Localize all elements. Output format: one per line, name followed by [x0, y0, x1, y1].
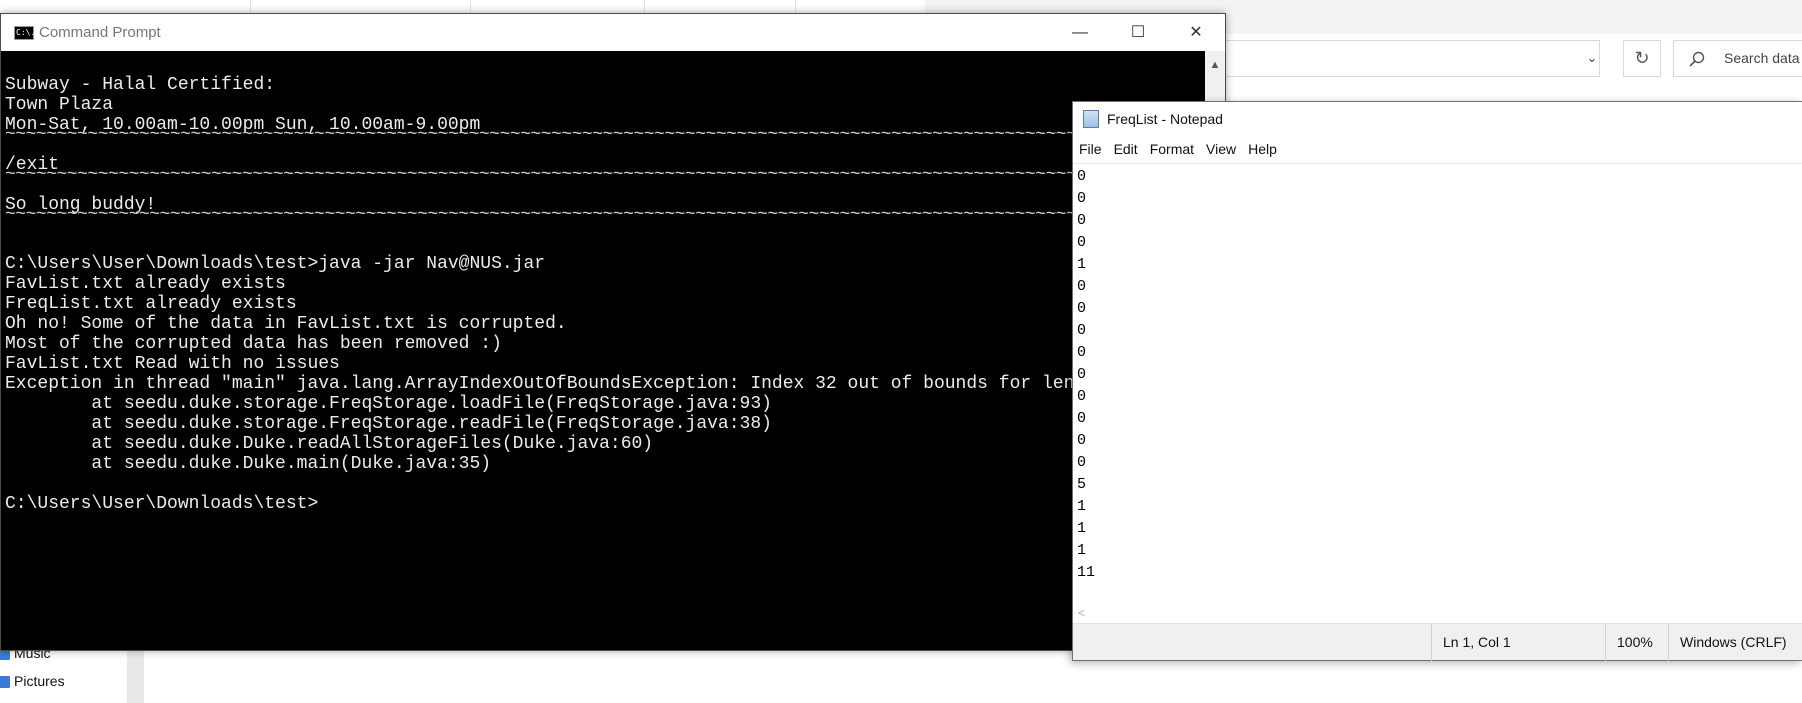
status-zoom: 100% [1605, 624, 1668, 661]
notepad-horizontal-scrollbar[interactable]: < [1073, 605, 1802, 623]
nav-item-pictures[interactable]: Pictures [0, 673, 65, 689]
text-line: 1 [1077, 498, 1087, 515]
text-line: 0 [1077, 300, 1087, 317]
notepad-menubar: File Edit Format View Help [1073, 135, 1802, 163]
console-output[interactable]: Subway - Halal Certified: Town Plaza Mon… [3, 51, 1205, 649]
stack-trace-line: at seedu.duke.Duke.readAllStorageFiles(D… [5, 434, 654, 454]
console-line: FavList.txt Read with no issues [5, 354, 340, 374]
column-separator [644, 0, 645, 12]
pictures-folder-icon [0, 676, 10, 689]
text-line: 1 [1077, 256, 1087, 273]
console-command: C:\Users\User\Downloads\test>java -jar N… [5, 254, 546, 274]
text-line: 0 [1077, 168, 1087, 185]
text-line: 0 [1077, 410, 1087, 427]
notepad-text-area[interactable]: 0 0 0 0 1 0 0 0 0 0 0 0 0 0 5 1 1 1 11 [1073, 163, 1802, 605]
text-line: 0 [1077, 454, 1087, 471]
menu-format[interactable]: Format [1144, 135, 1200, 157]
nav-item-label: Pictures [14, 673, 65, 689]
status-cursor-position: Ln 1, Col 1 [1431, 624, 1605, 661]
column-separator [250, 0, 251, 12]
menu-view[interactable]: View [1200, 135, 1242, 157]
minimize-button[interactable]: — [1051, 14, 1109, 51]
text-line: 0 [1077, 388, 1087, 405]
command-prompt-window[interactable]: C:\. Command Prompt — ☐ ✕ Subway - Halal… [0, 13, 1226, 651]
notepad-statusbar: Ln 1, Col 1 100% Windows (CRLF) [1073, 623, 1802, 661]
text-line: 0 [1077, 212, 1087, 229]
console-prompt: C:\Users\User\Downloads\test> [5, 494, 319, 514]
nav-scrollbar[interactable] [127, 645, 144, 703]
notepad-app-icon [1083, 110, 1099, 128]
notepad-window[interactable]: FreqList - Notepad File Edit Format View Hel… [1072, 101, 1802, 661]
text-line: 0 [1077, 190, 1087, 207]
search-input[interactable]: Search data [1673, 40, 1802, 77]
text-line: 5 [1077, 476, 1087, 493]
scroll-left-arrow-icon[interactable]: < [1078, 606, 1085, 620]
column-separator [470, 0, 471, 12]
text-line: 1 [1077, 520, 1087, 537]
close-button[interactable]: ✕ [1167, 14, 1225, 51]
menu-help[interactable]: Help [1242, 135, 1283, 157]
search-icon [1689, 51, 1705, 67]
search-placeholder: Search data [1724, 50, 1800, 66]
column-separator [795, 0, 796, 12]
scroll-up-arrow-icon[interactable]: ▲ [1205, 59, 1225, 71]
console-line: FreqList.txt already exists [5, 294, 297, 314]
console-line: Town Plaza [5, 95, 114, 115]
refresh-button[interactable]: ↻ [1623, 40, 1661, 77]
console-separator: ~~~~~~~~~~~~~~~~~~~~~~~~~~~~~~~~~~~~~~~~… [5, 205, 1118, 225]
exception-line: Exception in thread "main" java.lang.Arr… [5, 374, 1140, 394]
text-line: 0 [1077, 344, 1087, 361]
console-separator: ~~~~~~~~~~~~~~~~~~~~~~~~~~~~~~~~~~~~~~~~… [5, 165, 1118, 185]
console-line: FavList.txt already exists [5, 274, 286, 294]
stack-trace-line: at seedu.duke.storage.FreqStorage.readFi… [5, 414, 772, 434]
console-separator: ~~~~~~~~~~~~~~~~~~~~~~~~~~~~~~~~~~~~~~~~… [5, 125, 1118, 145]
chevron-down-icon[interactable]: ⌄ [1582, 48, 1602, 68]
navigation-pane: Music Pictures [0, 645, 127, 703]
console-line: Subway - Halal Certified: [5, 75, 276, 95]
menu-edit[interactable]: Edit [1108, 135, 1144, 157]
text-line: 0 [1077, 432, 1087, 449]
refresh-icon: ↻ [1634, 48, 1650, 68]
console-line: Oh no! Some of the data in FavList.txt i… [5, 314, 567, 334]
text-line: 0 [1077, 366, 1087, 383]
text-line: 1 [1077, 542, 1087, 559]
text-line: 11 [1077, 564, 1096, 581]
status-line-endings: Windows (CRLF) [1668, 624, 1802, 661]
console-line: Most of the corrupted data has been remo… [5, 334, 502, 354]
stack-trace-line: at seedu.duke.storage.FreqStorage.loadFi… [5, 394, 772, 414]
cmd-app-icon: C:\. [14, 26, 35, 40]
text-line: 0 [1077, 278, 1087, 295]
cmd-titlebar[interactable]: C:\. Command Prompt — ☐ ✕ [1, 14, 1225, 51]
text-line: 0 [1077, 234, 1087, 251]
notepad-titlebar[interactable]: FreqList - Notepad [1073, 102, 1802, 135]
cmd-window-title: Command Prompt [39, 24, 161, 41]
maximize-button[interactable]: ☐ [1109, 14, 1167, 51]
notepad-window-title: FreqList - Notepad [1107, 111, 1223, 127]
menu-file[interactable]: File [1073, 135, 1108, 157]
text-line: 0 [1077, 322, 1087, 339]
address-bar[interactable] [1225, 40, 1600, 77]
stack-trace-line: at seedu.duke.Duke.main(Duke.java:35) [5, 454, 492, 474]
